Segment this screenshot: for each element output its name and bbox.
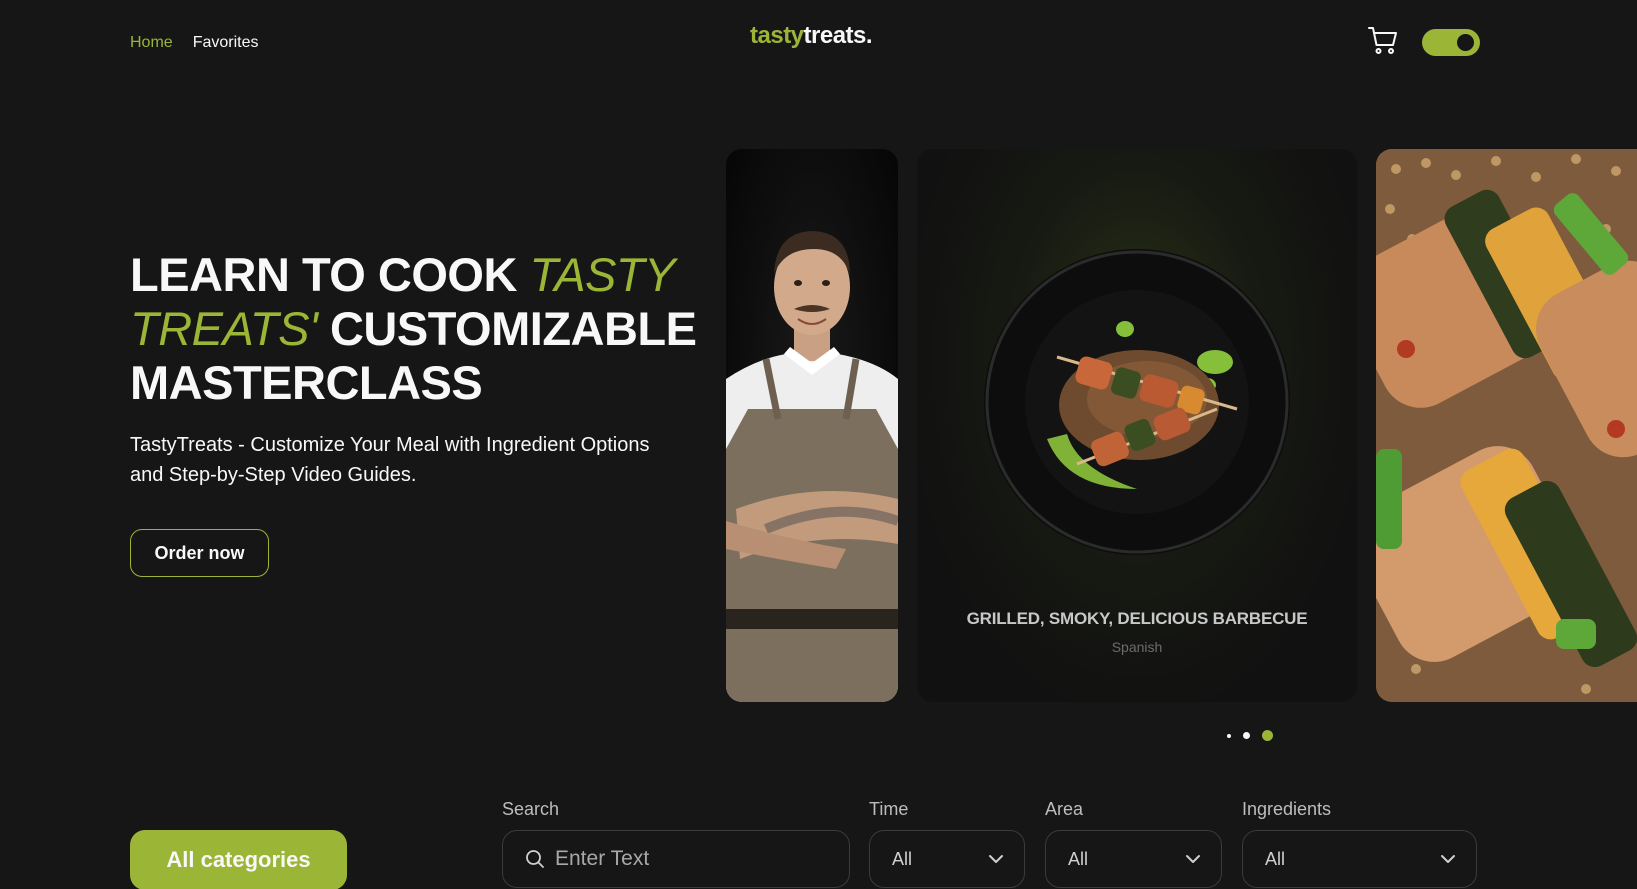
cart-icon[interactable]: [1367, 24, 1399, 56]
search-field[interactable]: [502, 830, 850, 888]
hero-title-part1: Learn to cook: [130, 248, 517, 301]
area-select-value: All: [1068, 848, 1089, 869]
chevron-down-icon: [1186, 855, 1200, 863]
toggle-knob: [1455, 32, 1476, 53]
search-icon: [526, 850, 544, 868]
nav-home-link[interactable]: Home: [130, 34, 173, 52]
slide-title: GRILLED, SMOKY, DELICIOUS BARBECUE: [966, 609, 1308, 628]
chevron-down-icon: [989, 855, 1003, 863]
logo-text: treats.: [803, 22, 873, 49]
dish-image: [984, 249, 1290, 555]
ingredients-label: Ingredients: [1242, 799, 1332, 819]
ingredients-select-value: All: [1265, 848, 1286, 869]
slide-chef[interactable]: [726, 149, 898, 702]
ingredients-select[interactable]: All: [1242, 830, 1477, 888]
theme-toggle[interactable]: [1422, 29, 1480, 56]
chef-image: [726, 149, 898, 702]
slider-dot-2[interactable]: [1243, 732, 1250, 739]
area-label: Area: [1045, 799, 1084, 819]
slider-dot-3[interactable]: [1262, 730, 1273, 741]
time-label: Time: [869, 799, 909, 819]
logo[interactable]: tastytreats.: [750, 22, 873, 50]
hero-subtitle: TastyTreats - Customize Your Meal with I…: [130, 434, 650, 486]
slide-area: Spanish: [1111, 639, 1163, 655]
search-input[interactable]: [555, 847, 815, 871]
nav-favorites-link[interactable]: Favorites: [193, 34, 259, 52]
slide-caption: GRILLED, SMOKY, DELICIOUS BARBECUE Spani…: [917, 609, 1357, 655]
slide-food-closeup[interactable]: [1376, 149, 1637, 702]
logo-accent-text: tasty: [750, 22, 804, 49]
chevron-down-icon: [1441, 855, 1455, 863]
all-categories-button[interactable]: All categories: [130, 830, 347, 889]
slider-pagination: [1227, 730, 1273, 741]
time-select-value: All: [892, 848, 913, 869]
slide-dish[interactable]: GRILLED, SMOKY, DELICIOUS BARBECUE Spani…: [917, 149, 1357, 702]
time-select[interactable]: All: [869, 830, 1025, 888]
main-nav: Home Favorites: [130, 34, 258, 52]
hero-title: Learn to cook Tasty Treats' customizable…: [130, 248, 710, 410]
food-closeup-image: [1376, 149, 1637, 702]
area-select[interactable]: All: [1045, 830, 1222, 888]
search-label: Search: [502, 799, 560, 819]
site-header: Home Favorites tastytreats.: [0, 0, 1637, 90]
order-now-button[interactable]: Order now: [130, 529, 269, 577]
slider-dot-1[interactable]: [1227, 733, 1231, 738]
